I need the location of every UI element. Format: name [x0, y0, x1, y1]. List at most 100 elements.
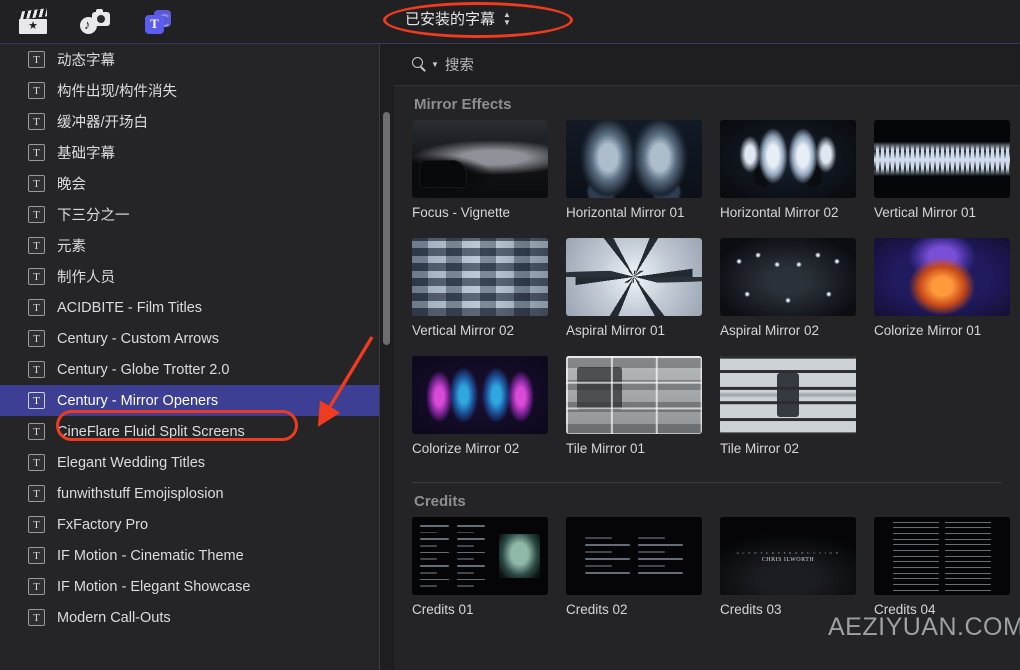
thumbnail-grid: Focus - Vignette Horizontal Mirror 01 Hori… [394, 120, 1020, 474]
thumbnail-image: A C E N T U R Y P R O D U C T I O N CHRIS… [720, 517, 856, 595]
thumbnail-image [566, 238, 702, 316]
thumbnail-image [412, 356, 548, 434]
title-type-icon: T [28, 175, 45, 192]
thumbnail-label: Credits 03 [720, 602, 782, 617]
thumbnail-item[interactable]: Vertical Mirror 01 [874, 120, 1020, 238]
photos-audio-icon[interactable] [80, 8, 110, 36]
sidebar-item[interactable]: T 基础字幕 [0, 137, 380, 168]
thumbnail-label: Colorize Mirror 02 [412, 441, 520, 456]
thumbnail-label: Vertical Mirror 02 [412, 323, 515, 338]
sidebar-item[interactable]: T 晚会 [0, 168, 380, 199]
credits-kicker-text: A C E N T U R Y P R O D U C T I O N [736, 551, 840, 556]
sidebar-item[interactable]: T CineFlare Fluid Split Screens [0, 416, 380, 447]
thumbnail-item[interactable]: Focus - Vignette [412, 120, 566, 238]
library-dropdown-wrap: 已安装的字幕 ▲ ▼ [395, 5, 521, 32]
section-title: Mirror Effects [414, 96, 512, 113]
search-input[interactable]: ▼ 搜索 [404, 51, 1010, 78]
thumbnail-label: Credits 02 [566, 602, 628, 617]
thumbnail-label: Horizontal Mirror 01 [566, 205, 685, 220]
search-placeholder: 搜索 [444, 58, 474, 74]
sidebar-item[interactable]: T 元素 [0, 230, 380, 261]
thumbnail-item[interactable]: Aspiral Mirror 01 [566, 238, 720, 356]
thumbnail-item[interactable]: Aspiral Mirror 02 [720, 238, 874, 356]
sidebar-item[interactable]: T IF Motion - Cinematic Theme [0, 540, 380, 571]
thumbnail-label: Tile Mirror 02 [720, 441, 800, 456]
title-type-icon: T [28, 113, 45, 130]
title-type-icon: T [28, 454, 45, 471]
sidebar-item[interactable]: T FxFactory Pro [0, 509, 380, 540]
title-type-icon: T [28, 206, 45, 223]
sidebar-item[interactable]: T 制作人员 [0, 261, 380, 292]
thumbnail-item[interactable]: Horizontal Mirror 01 [566, 120, 720, 238]
thumbnail-image [720, 120, 856, 198]
sidebar-item-label: Century - Globe Trotter 2.0 [57, 361, 230, 378]
thumbnail-image [874, 517, 1010, 595]
chevron-down-icon[interactable]: ▼ [431, 60, 439, 69]
sidebar-item[interactable]: T 缓冲器/开场白 [0, 106, 380, 137]
thumbnail-item[interactable]: Colorize Mirror 02 [412, 356, 566, 474]
dropdown-label: 已安装的字幕 [405, 11, 496, 28]
search-bar: ▼ 搜索 [394, 44, 1020, 86]
title-type-icon: T [28, 392, 45, 409]
content-scroll-area[interactable]: Mirror Effects Focus - Vignette Horizontal… [394, 86, 1020, 670]
top-toolbar: ★ T 已安装的字幕 ▲▼ [0, 0, 1020, 44]
sidebar-item[interactable]: T Elegant Wedding Titles [0, 447, 380, 478]
sidebar-item[interactable]: T ACIDBITE - Film Titles [0, 292, 380, 323]
thumbnail-image [566, 120, 702, 198]
chevron-updown-icon: ▲ ▼ [503, 9, 511, 27]
sidebar-item-label: funwithstuff Emojisplosion [57, 485, 224, 502]
thumbnail-item[interactable]: Tile Mirror 02 [720, 356, 874, 474]
title-type-icon: T [28, 268, 45, 285]
thumbnail-item[interactable]: Credits 04 [874, 517, 1020, 635]
sidebar-item[interactable]: T 动态字幕 [0, 44, 380, 75]
sidebar-item[interactable]: T Century - Mirror Openers [0, 385, 380, 416]
thumbnail-label: Colorize Mirror 01 [874, 323, 982, 338]
sidebar-item[interactable]: T 构件出现/构件消失 [0, 75, 380, 106]
sidebar-item-label: 构件出现/构件消失 [57, 84, 178, 100]
sidebar-item[interactable]: T 下三分之一 [0, 199, 380, 230]
toolbar-icon-group: ★ T [0, 7, 172, 36]
thumbnail-image [566, 356, 702, 434]
sidebar-scrollbar-thumb[interactable] [383, 112, 390, 345]
sidebar-item-label: 动态字幕 [57, 53, 115, 69]
thumbnail-item[interactable]: Vertical Mirror 02 [412, 238, 566, 356]
sidebar-item-label: Century - Custom Arrows [57, 330, 219, 347]
installed-titles-dropdown[interactable]: 已安装的字幕 ▲ ▼ [395, 5, 521, 32]
sidebar-item[interactable]: T Modern Call-Outs [0, 602, 380, 633]
section-title: Credits [414, 493, 466, 510]
sidebar-item-label: 晚会 [57, 177, 86, 193]
sidebar[interactable]: T 动态字幕 T 构件出现/构件消失 T 缓冲器/开场白 T 基础字幕 T 晚会 T 下三分之一 T 元素… [0, 44, 380, 670]
thumbnail-label: Horizontal Mirror 02 [720, 205, 839, 220]
thumbnail-label: Focus - Vignette [412, 205, 511, 220]
sidebar-item-label: ACIDBITE - Film Titles [57, 299, 203, 316]
thumbnail-item[interactable]: Credits 02 [566, 517, 720, 635]
thumbnail-item[interactable]: Tile Mirror 01 [566, 356, 720, 474]
thumbnail-image [412, 517, 548, 595]
sidebar-item-label: IF Motion - Cinematic Theme [57, 547, 244, 564]
sidebar-item[interactable]: T IF Motion - Elegant Showcase [0, 571, 380, 602]
thumbnail-item[interactable]: Colorize Mirror 01 [874, 238, 1020, 356]
title-type-icon: T [28, 609, 45, 626]
thumbnail-item[interactable]: Horizontal Mirror 02 [720, 120, 874, 238]
search-icon [412, 57, 427, 72]
thumbnail-item[interactable]: Credits 01 [412, 517, 566, 635]
thumbnail-label: Aspiral Mirror 02 [720, 323, 820, 338]
sidebar-item-label: 制作人员 [57, 270, 115, 286]
title-type-icon: T [28, 144, 45, 161]
credits-title-text: A C E N T U R Y P R O D U C T I O N CHRIS… [720, 551, 856, 563]
sidebar-item-label: 元素 [57, 239, 86, 255]
sidebar-item-label: 基础字幕 [57, 146, 115, 162]
title-type-icon: T [28, 485, 45, 502]
titles-generators-icon[interactable]: T [142, 8, 172, 36]
thumbnail-image [874, 120, 1010, 198]
thumbnail-item[interactable]: A C E N T U R Y P R O D U C T I O N CHRIS… [720, 517, 874, 635]
sidebar-item[interactable]: Tfunwithstuff Emojisplosion [0, 478, 380, 509]
clapper-star-icon[interactable]: ★ [18, 7, 48, 36]
sidebar-item[interactable]: T Century - Globe Trotter 2.0 [0, 354, 380, 385]
app-window: ★ T 已安装的字幕 ▲▼ T 动态字幕 T 构件出现/构件消失 T 缓冲器/开场白 T 基础… [0, 0, 1020, 670]
title-type-icon: T [28, 330, 45, 347]
sidebar-item[interactable]: T Century - Custom Arrows [0, 323, 380, 354]
title-type-icon: T [28, 51, 45, 68]
sidebar-item-label: FxFactory Pro [57, 516, 149, 533]
thumbnail-label: Tile Mirror 01 [566, 441, 646, 456]
